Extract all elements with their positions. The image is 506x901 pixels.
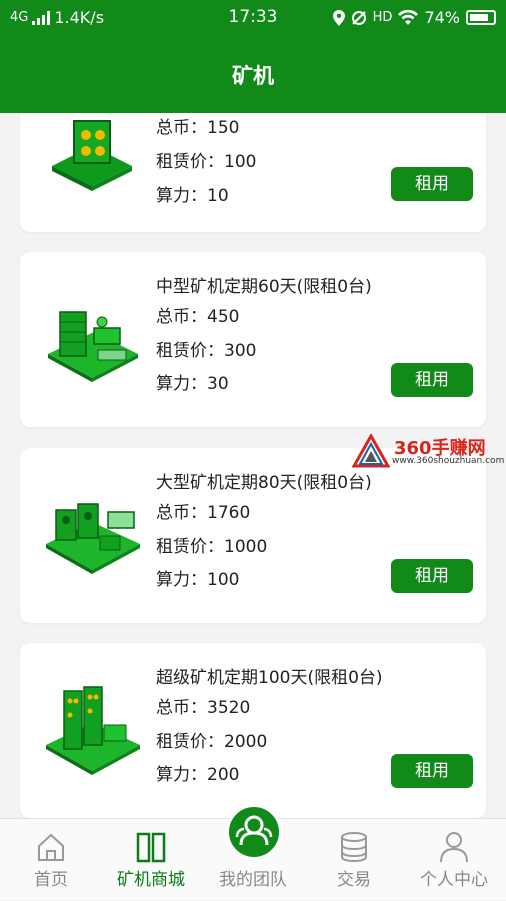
location-icon bbox=[332, 9, 345, 26]
hashpower-value: 100 bbox=[207, 570, 240, 590]
rent-price-row: 租赁价：300 bbox=[156, 341, 257, 361]
tab-home-label: 首页 bbox=[34, 870, 68, 890]
status-bar: 4G 1.4K/s 17:33 HD 74% bbox=[0, 0, 506, 36]
rent-price-row: 租赁价：100 bbox=[156, 152, 257, 172]
hd-indicator: HD bbox=[372, 10, 393, 25]
miner-title: 大型矿机定期80天(限租0台) bbox=[156, 473, 372, 493]
page-title: 矿机 bbox=[232, 64, 274, 88]
super-miner-icon bbox=[46, 686, 140, 775]
watermark-url: www.360shouzhuan.com bbox=[392, 456, 505, 466]
rent-price-value: 1000 bbox=[224, 537, 268, 557]
miner-card: 总币：150 租赁价：100 算力：10 租用 bbox=[20, 113, 486, 232]
miner-title: 超级矿机定期100天(限租0台) bbox=[156, 668, 383, 688]
total-coins-row: 总币：1760 bbox=[156, 503, 251, 523]
rent-button[interactable]: 租用 bbox=[391, 363, 473, 397]
rent-price-value: 2000 bbox=[224, 732, 268, 752]
miner-title: 中型矿机定期60天(限租0台) bbox=[156, 277, 372, 297]
rent-button[interactable]: 租用 bbox=[391, 754, 473, 788]
total-coins-row: 总币：3520 bbox=[156, 698, 251, 718]
miner-card: 中型矿机定期60天(限租0台) 总币：450 租赁价：300 算力：30 租用 bbox=[20, 252, 486, 427]
hashpower-row: 算力：100 bbox=[156, 570, 240, 590]
tab-trade-label: 交易 bbox=[337, 870, 371, 890]
status-right: HD 74% bbox=[332, 8, 496, 27]
rent-button[interactable]: 租用 bbox=[391, 559, 473, 593]
tab-profile[interactable]: 个人中心 bbox=[404, 819, 504, 901]
miner-card: 超级矿机定期100天(限租0台) 总币：3520 租赁价：2000 算力：200… bbox=[20, 643, 486, 818]
total-coins-value: 450 bbox=[207, 307, 240, 327]
tab-profile-label: 个人中心 bbox=[420, 870, 488, 890]
small-miner-icon bbox=[52, 120, 132, 191]
tab-miner-mall-label: 矿机商城 bbox=[117, 870, 185, 890]
profile-icon bbox=[440, 832, 468, 863]
team-icon bbox=[235, 815, 273, 846]
rent-price-value: 100 bbox=[224, 152, 257, 172]
battery-icon bbox=[466, 10, 496, 25]
tab-trade[interactable]: 交易 bbox=[304, 819, 404, 901]
hashpower-value: 10 bbox=[207, 186, 229, 206]
watermark: 360手赚网 www.360shouzhuan.com bbox=[352, 432, 505, 472]
total-coins-value: 1760 bbox=[207, 503, 251, 523]
battery-percent: 74% bbox=[424, 8, 460, 27]
rent-price-row: 租赁价：1000 bbox=[156, 537, 268, 557]
large-miner-icon bbox=[46, 503, 140, 574]
total-coins-row: 总币：450 bbox=[156, 307, 240, 327]
hashpower-value: 30 bbox=[207, 374, 229, 394]
hashpower-value: 200 bbox=[207, 765, 240, 785]
total-coins-row: 总币：150 bbox=[156, 118, 240, 138]
total-coins-value: 150 bbox=[207, 118, 240, 138]
team-center-button[interactable] bbox=[226, 804, 282, 860]
mute-icon bbox=[351, 10, 366, 25]
app-header: 4G 1.4K/s 17:33 HD 74% 矿机 bbox=[0, 0, 506, 113]
miner-mall-icon bbox=[136, 832, 166, 863]
rent-price-row: 租赁价：2000 bbox=[156, 732, 268, 752]
tab-my-team-label: 我的团队 bbox=[219, 870, 287, 890]
watermark-logo-icon bbox=[352, 434, 390, 468]
tab-home[interactable]: 首页 bbox=[1, 819, 101, 901]
total-coins-value: 3520 bbox=[207, 698, 251, 718]
trade-icon bbox=[341, 832, 367, 863]
wifi-icon bbox=[398, 10, 419, 25]
miner-card: 大型矿机定期80天(限租0台) 总币：1760 租赁价：1000 算力：100 … bbox=[20, 448, 486, 623]
hashpower-row: 算力：30 bbox=[156, 374, 229, 394]
hashpower-row: 算力：200 bbox=[156, 765, 240, 785]
medium-miner-icon bbox=[48, 311, 138, 382]
rent-price-value: 300 bbox=[224, 341, 257, 361]
tab-miner-mall[interactable]: 矿机商城 bbox=[101, 819, 201, 901]
hashpower-row: 算力：10 bbox=[156, 186, 229, 206]
rent-button[interactable]: 租用 bbox=[391, 167, 473, 201]
home-icon bbox=[38, 833, 64, 861]
